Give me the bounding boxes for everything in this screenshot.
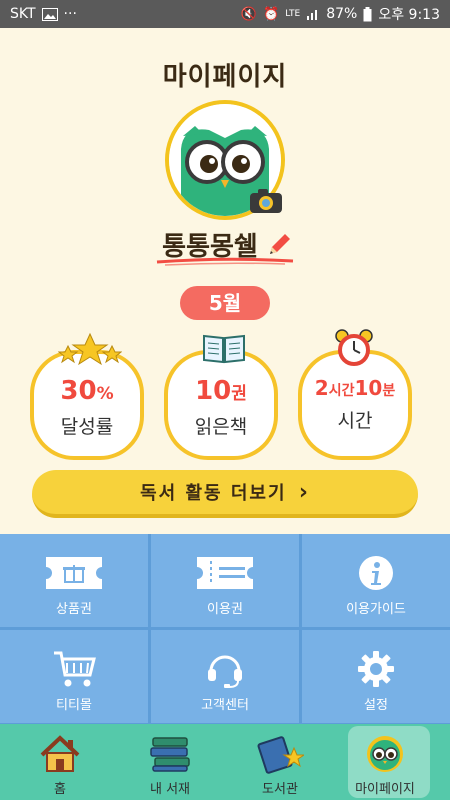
menu-pass[interactable]: 이용권 xyxy=(151,534,299,627)
menu-gift-card[interactable]: 상품권 xyxy=(0,534,148,627)
nav-library[interactable]: 도서관 xyxy=(224,724,336,800)
home-icon xyxy=(40,735,80,772)
books-label: 읽은책 xyxy=(194,416,248,438)
bottom-nav: 홈 내 서재 도서관 마이페이지 xyxy=(0,724,450,800)
achievement-value: 30 xyxy=(60,376,97,406)
clock-time: 오후 9:13 xyxy=(378,7,440,23)
menu-label: 이용권 xyxy=(207,602,243,617)
nav-label: 마이페이지 xyxy=(355,782,415,797)
image-icon xyxy=(41,7,58,21)
alarm-clock-icon xyxy=(335,329,373,366)
camera-icon[interactable] xyxy=(249,188,283,214)
status-bar: SKT ··· 🔇 ⏰ LTE 87% 오후 9:13 xyxy=(0,0,450,28)
carrier-label: SKT xyxy=(10,6,36,22)
pencil-icon[interactable] xyxy=(266,232,292,258)
notification-more: ··· xyxy=(63,6,77,22)
books-unit: 권 xyxy=(231,384,247,404)
reading-activity-more-button[interactable]: 독서 활동 더보기 › xyxy=(32,470,418,518)
alarm-icon: ⏰ xyxy=(263,6,280,22)
network-label: LTE xyxy=(285,9,301,19)
profile-avatar[interactable] xyxy=(165,100,285,220)
menu-grid: 상품권 이용권 이용가이드 티티몰 고객센터 설정 xyxy=(0,534,450,724)
books-icon xyxy=(150,737,190,772)
month-badge[interactable]: 5월 xyxy=(180,286,270,320)
ticket-icon xyxy=(197,557,253,589)
stars-icon xyxy=(58,332,122,366)
menu-label: 고객센터 xyxy=(201,698,249,713)
library-icon xyxy=(257,736,304,774)
menu-label: 티티몰 xyxy=(56,698,92,713)
battery-percent: 87% xyxy=(326,6,358,22)
cart-icon xyxy=(54,651,96,687)
nav-label: 내 서재 xyxy=(149,782,190,797)
headset-icon xyxy=(208,655,242,688)
nav-home[interactable]: 홈 xyxy=(4,724,116,800)
open-book-icon xyxy=(203,334,245,364)
info-icon xyxy=(359,556,393,590)
menu-settings[interactable]: 설정 xyxy=(302,630,450,723)
owl-icon xyxy=(367,736,403,772)
page-title: 마이페이지 xyxy=(162,62,288,92)
stat-books-read[interactable]: 10권 읽은책 xyxy=(164,350,278,460)
menu-label: 설정 xyxy=(364,698,388,713)
books-value: 10 xyxy=(195,376,232,406)
time-label: 시간 xyxy=(337,410,373,432)
achievement-unit: % xyxy=(96,384,114,404)
nav-my-library[interactable]: 내 서재 xyxy=(114,724,226,800)
menu-label: 이용가이드 xyxy=(346,602,406,617)
achievement-label: 달성률 xyxy=(60,416,114,438)
gear-icon xyxy=(358,651,394,687)
time-minutes-value: 10 xyxy=(354,376,383,400)
menu-guide[interactable]: 이용가이드 xyxy=(302,534,450,627)
nickname-underline xyxy=(156,257,294,266)
time-minutes-unit: 분 xyxy=(382,383,396,399)
chevron-right-icon: › xyxy=(298,480,310,505)
mute-icon: 🔇 xyxy=(240,6,258,22)
menu-customer-center[interactable]: 고객센터 xyxy=(151,630,299,723)
nav-label: 도서관 xyxy=(262,782,298,797)
more-button-label: 독서 활동 더보기 xyxy=(140,483,287,504)
stat-achievement[interactable]: 30% 달성률 xyxy=(30,350,144,460)
gift-icon xyxy=(46,557,102,589)
menu-label: 상품권 xyxy=(56,602,92,617)
time-hours-unit: 시간 xyxy=(328,383,355,399)
time-hours-value: 2 xyxy=(314,376,329,400)
battery-icon xyxy=(363,6,372,21)
menu-mall[interactable]: 티티몰 xyxy=(0,630,148,723)
nav-label: 홈 xyxy=(54,782,66,797)
signal-icon xyxy=(307,10,318,20)
nav-mypage[interactable]: 마이페이지 xyxy=(338,724,450,800)
